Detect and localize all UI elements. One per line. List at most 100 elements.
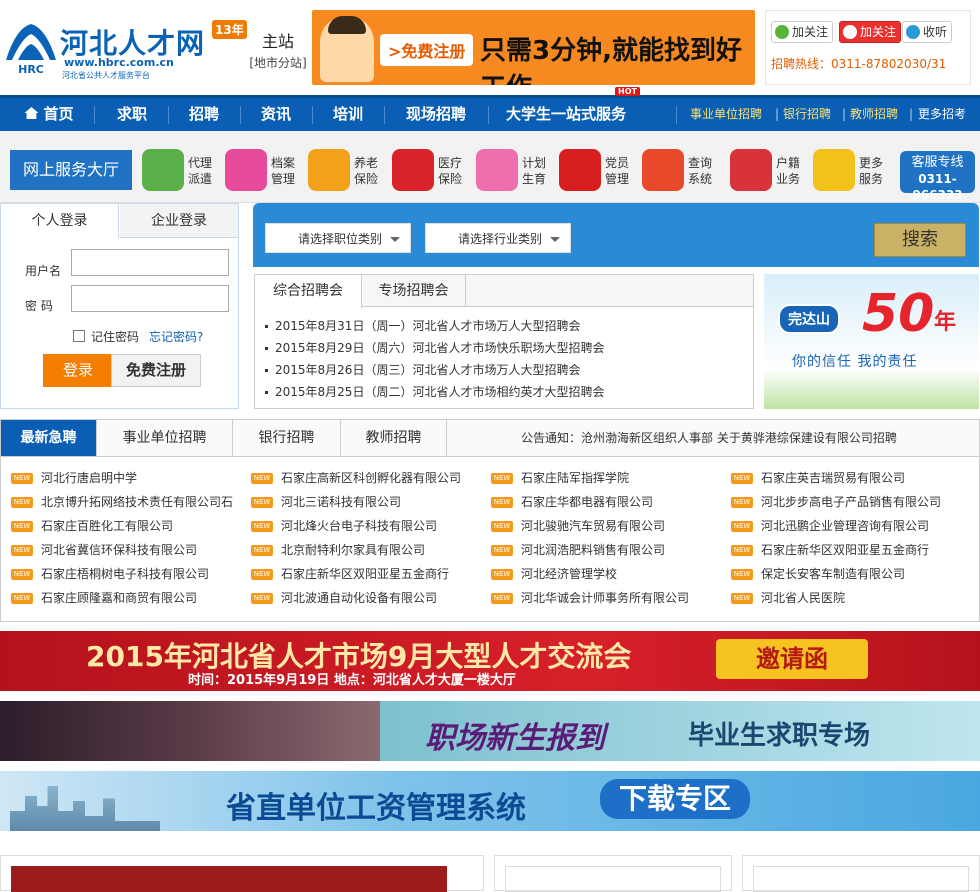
new-badge-icon: NEW xyxy=(251,545,273,556)
nav-job-seeking[interactable]: 求职 xyxy=(104,98,160,131)
nav-divider xyxy=(384,106,385,124)
job-listing[interactable]: NEW 河北省冀信环保科技有限公司 xyxy=(11,538,197,562)
job-company-name: 石家庄百胜化工有限公司 xyxy=(41,519,174,533)
job-listing[interactable]: NEW 石家庄新华区双阳亚星五金商行 xyxy=(251,562,449,586)
job-listing[interactable]: NEW 河北步步高电子产品销售有限公司 xyxy=(731,490,941,514)
nav-teacher[interactable]: 教师招聘 xyxy=(850,98,898,131)
nav-bank[interactable]: 银行招聘 xyxy=(783,98,831,131)
listen-button[interactable]: 收听 xyxy=(902,21,953,43)
cartoon-man-icon xyxy=(320,16,374,82)
service-archive[interactable]: 档案 管理 xyxy=(225,149,307,193)
site-sub[interactable]: [地市分站] xyxy=(248,54,308,71)
new-badge-icon: NEW xyxy=(491,497,513,508)
service-pension[interactable]: 养老 保险 xyxy=(308,149,390,193)
job-listing[interactable]: NEW 石家庄高新区科创孵化器有限公司 xyxy=(251,466,461,490)
social-box: 加关注 加关注 收听 招聘热线：0311-87802030/31 xyxy=(765,10,971,85)
job-company-name: 河北步步高电子产品销售有限公司 xyxy=(761,495,942,509)
hotline-text: 招聘热线：0311-87802030/31 xyxy=(771,57,947,71)
new-badge-icon: NEW xyxy=(491,569,513,580)
nav-onsite-recruiting[interactable]: 现场招聘 xyxy=(394,98,478,131)
job-listing[interactable]: NEW 石家庄顾隆嘉和商贸有限公司 xyxy=(11,586,197,610)
job-company-name: 北京博升拓网络技术责任有限公司石 xyxy=(41,495,234,509)
site-switcher[interactable]: 主站 [地市分站] xyxy=(248,28,308,71)
tab-teacher-jobs[interactable]: 教师招聘 xyxy=(341,420,447,456)
site-logo[interactable]: HRC 河北人才网 www.hbrc.com.cn 河北省公共人才服务平台 13… xyxy=(0,8,250,83)
job-category-select[interactable]: 请选择职位类别 xyxy=(265,223,411,253)
job-company-name: 河北骏驰汽车贸易有限公司 xyxy=(521,519,666,533)
salary-system-banner[interactable]: 省直单位工资管理系统 下载专区 xyxy=(0,771,980,831)
job-listing[interactable]: NEW 河北迅鹏企业管理咨询有限公司 xyxy=(731,514,929,538)
tab-public-institution[interactable]: 事业单位招聘 xyxy=(97,420,233,456)
nav-public-institution[interactable]: 事业单位招聘 xyxy=(690,98,762,131)
login-button[interactable]: 登录 xyxy=(43,354,113,387)
job-listing[interactable]: NEW 河北经济管理学校 xyxy=(491,562,617,586)
service-label: 生育 xyxy=(522,172,547,186)
username-input[interactable] xyxy=(71,249,229,276)
service-household[interactable]: 户籍 业务 xyxy=(730,149,812,193)
register-button[interactable]: 免费注册 xyxy=(111,354,201,387)
job-listing[interactable]: NEW 北京博升拓网络技术责任有限公司石 xyxy=(11,490,233,514)
fair-item[interactable]: 2015年8月29日（周六）河北省人才市场快乐职场大型招聘会 xyxy=(263,337,604,359)
job-listing[interactable]: NEW 河北行唐启明中学 xyxy=(11,466,137,490)
tab-company-login[interactable]: 企业登录 xyxy=(120,204,238,238)
nav-training[interactable]: 培训 xyxy=(320,98,376,131)
job-listing[interactable]: NEW 北京耐特利尔家具有限公司 xyxy=(251,538,425,562)
nav-news[interactable]: 资讯 xyxy=(248,98,304,131)
ad-register-button[interactable]: >免费注册 xyxy=(380,34,474,66)
remember-checkbox[interactable] xyxy=(73,330,85,342)
job-listing[interactable]: NEW 河北三诺科技有限公司 xyxy=(251,490,401,514)
job-listing[interactable]: NEW 河北烽火台电子科技有限公司 xyxy=(251,514,437,538)
job-listing[interactable]: NEW 河北华诚会计师事务所有限公司 xyxy=(491,586,689,610)
password-input[interactable] xyxy=(71,285,229,312)
service-family-planning[interactable]: 计划 生育 xyxy=(476,149,558,193)
job-listing[interactable]: NEW 石家庄梧桐树电子科技有限公司 xyxy=(11,562,209,586)
invitation-button[interactable]: 邀请函 xyxy=(716,639,868,679)
job-company-name: 河北三诺科技有限公司 xyxy=(281,495,402,509)
job-listing[interactable]: NEW 保定长安客车制造有限公司 xyxy=(731,562,905,586)
main-nav: 首页 求职 招聘 资讯 培训 现场招聘 大学生一站式服务 事业单位招聘 | 银行… xyxy=(0,95,980,131)
job-listing[interactable]: NEW 石家庄百胜化工有限公司 xyxy=(11,514,173,538)
job-listing[interactable]: NEW 石家庄英吉瑞贸易有限公司 xyxy=(731,466,905,490)
service-party-member[interactable]: 党员 管理 xyxy=(559,149,641,193)
service-agency[interactable]: 代理 派遣 xyxy=(142,149,224,193)
download-area-button[interactable]: 下载专区 xyxy=(600,779,750,819)
nav-more-exams[interactable]: 更多招考 xyxy=(918,98,966,131)
job-listing[interactable]: NEW 河北骏驰汽车贸易有限公司 xyxy=(491,514,665,538)
tab-personal-login[interactable]: 个人登录 xyxy=(1,204,119,238)
new-badge-icon: NEW xyxy=(731,593,753,604)
job-listing[interactable]: NEW 石家庄华都电器有限公司 xyxy=(491,490,653,514)
talent-fair-banner[interactable]: 2015年河北省人才市场9月大型人才交流会 时间：2015年9月19日 地点：河… xyxy=(0,631,980,691)
tab-general-fair[interactable]: 综合招聘会 xyxy=(255,275,362,308)
register-ad-banner[interactable]: >免费注册 只需3分钟,就能找到好工作 xyxy=(312,10,755,85)
tab-bank-jobs[interactable]: 银行招聘 xyxy=(233,420,341,456)
follow-weibo-button[interactable]: 加关注 xyxy=(839,21,902,43)
logo-slogan: 河北省公共人才服务平台 xyxy=(62,71,150,80)
job-listing[interactable]: NEW 石家庄陆军指挥学院 xyxy=(491,466,629,490)
service-medical[interactable]: 医疗 保险 xyxy=(392,149,474,193)
service-label: 业务 xyxy=(776,172,801,186)
service-more[interactable]: 更多 服务 xyxy=(813,149,895,193)
tab-special-fair[interactable]: 专场招聘会 xyxy=(362,275,466,307)
job-listing[interactable]: NEW 河北润浩肥料销售有限公司 xyxy=(491,538,665,562)
search-button[interactable]: 搜索 xyxy=(874,223,966,257)
fair-item[interactable]: 2015年8月26日（周三）河北省人才市场万人大型招聘会 xyxy=(263,359,604,381)
nav-recruiting[interactable]: 招聘 xyxy=(176,98,232,131)
fair-item[interactable]: 2015年8月25日（周二）河北省人才市场相约英才大型招聘会 xyxy=(263,381,604,403)
fair-item[interactable]: 2015年8月31日（周一）河北省人才市场万人大型招聘会 xyxy=(263,315,604,337)
nav-graduate-service[interactable]: 大学生一站式服务 xyxy=(498,98,634,131)
new-badge-icon: NEW xyxy=(11,473,33,484)
follow-wechat-button[interactable]: 加关注 xyxy=(771,21,834,43)
tab-latest-urgent[interactable]: 最新急聘 xyxy=(1,420,97,456)
job-listing[interactable]: NEW 河北省人民医院 xyxy=(731,586,845,610)
nav-home[interactable]: 首页 xyxy=(14,98,84,131)
service-query[interactable]: 查询 系统 xyxy=(642,149,724,193)
wandashan-ad[interactable]: 完达山 50 年 你的信任 我的责任 xyxy=(764,274,979,409)
service-label: 户籍 xyxy=(776,156,801,170)
job-listing[interactable]: NEW 石家庄新华区双阳亚星五金商行 xyxy=(731,538,929,562)
nav-divider: | xyxy=(909,107,914,121)
graduate-banner[interactable]: 职场新生报到 毕业生求职专场 xyxy=(0,701,980,761)
forgot-password-link[interactable]: 忘记密码? xyxy=(149,328,203,345)
industry-category-select[interactable]: 请选择行业类别 xyxy=(425,223,571,253)
job-listing[interactable]: NEW 河北波通自动化设备有限公司 xyxy=(251,586,437,610)
announcement-link[interactable]: 公告通知：沧州渤海新区组织人事部 关于黄骅港综保建设有限公司招聘 xyxy=(521,420,897,456)
